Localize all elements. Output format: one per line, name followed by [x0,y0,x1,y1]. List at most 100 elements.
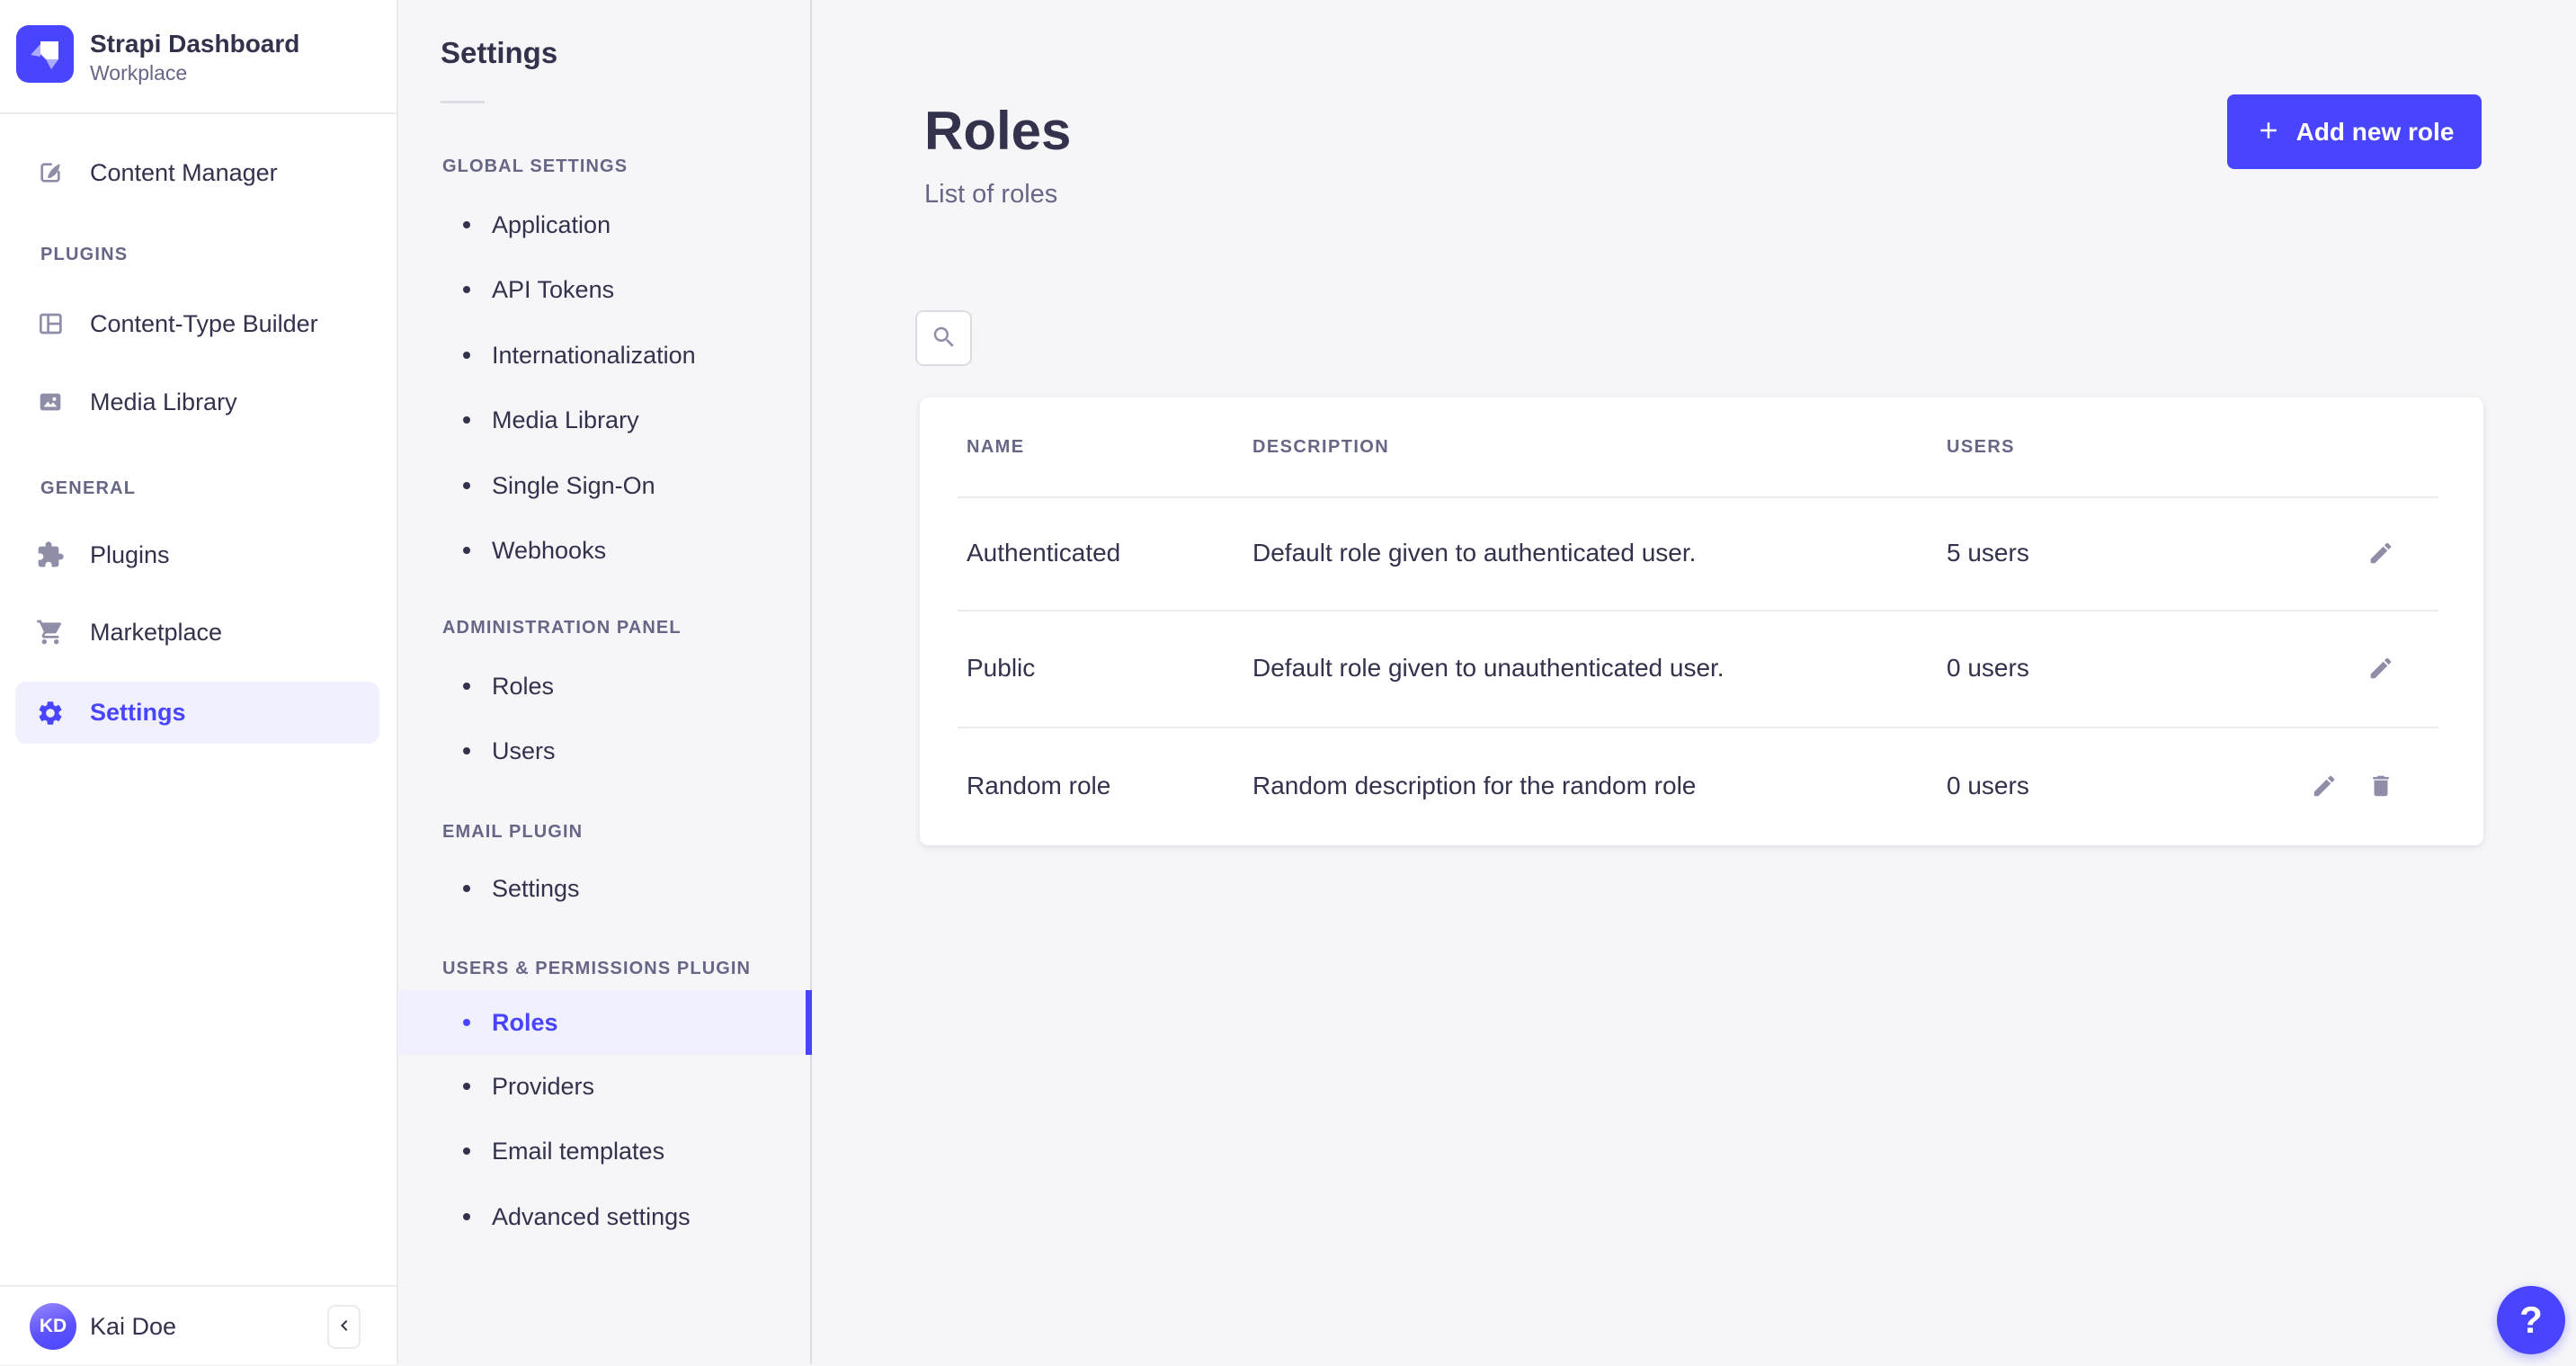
subnav-item-single-sign-on[interactable]: Single Sign-On [398,453,810,518]
subnav-item-application[interactable]: Application [398,192,810,257]
edit-icon [2367,655,2394,682]
table-row[interactable]: Random role Random description for the r… [920,727,2483,845]
sidebar-item-content-manager[interactable]: Content Manager [0,141,398,204]
add-new-role-button[interactable]: Add new role [2227,94,2482,169]
delete-icon [2367,772,2394,799]
delete-role-button[interactable] [2367,772,2394,799]
subnav-section-administration-panel: ADMINISTRATION PANEL [442,615,682,640]
role-description-cell: Default role given to authenticated user… [1252,539,1947,567]
sidebar-item-label: Marketplace [90,619,222,647]
bullet-icon [463,416,470,424]
table-header-row: NAME DESCRIPTION USERS [920,397,2483,496]
sidebar-footer: KD Kai Doe [0,1285,397,1364]
subnav-item-admin-roles[interactable]: Roles [398,654,810,719]
bullet-icon [463,547,470,554]
bullet-icon [463,286,470,293]
page-subtitle: List of roles [924,179,1057,210]
row-actions [2251,772,2394,799]
bullet-icon [463,683,470,690]
puzzle-icon [36,540,65,569]
sidebar-item-marketplace[interactable]: Marketplace [0,601,398,664]
row-actions [2251,540,2394,567]
help-button[interactable]: ? [2497,1286,2565,1354]
bullet-icon [463,221,470,228]
user-avatar[interactable]: KD [30,1303,76,1350]
brand-title: Strapi Dashboard [90,30,299,58]
content-manager-icon [36,158,65,187]
role-users-cell: 5 users [1947,539,2251,567]
sidebar-item-plugins[interactable]: Plugins [0,523,398,586]
role-name-cell: Random role [967,772,1252,800]
search-button[interactable] [915,310,972,366]
gear-icon [36,699,65,728]
roles-table: NAME DESCRIPTION USERS Authenticated Def… [920,397,2483,845]
subnav-item-advanced-settings[interactable]: Advanced settings [398,1184,810,1249]
table-row[interactable]: Public Default role given to unauthentic… [920,610,2483,727]
page-title: Roles [924,99,1071,164]
subnav-section-email-plugin: EMAIL PLUGIN [442,819,583,844]
sidebar-section-plugins: PLUGINS [40,242,128,267]
edit-role-button[interactable] [2367,655,2394,682]
role-description-cell: Random description for the random role [1252,772,1947,800]
edit-role-button[interactable] [2367,540,2394,567]
plus-icon [2255,117,2282,147]
subnav-title: Settings [441,36,557,70]
subnav-section-global-settings: GLOBAL SETTINGS [442,154,628,179]
subnav-section-users-permissions-plugin: USERS & PERMISSIONS PLUGIN [442,956,751,981]
sidebar-item-content-type-builder[interactable]: Content-Type Builder [0,292,398,355]
bullet-icon [463,1213,470,1220]
column-header-description: DESCRIPTION [1252,437,1947,458]
sidebar-item-settings[interactable]: Settings [15,682,379,744]
sidebar-section-general: GENERAL [40,476,136,501]
sidebar-item-media-library[interactable]: Media Library [0,371,398,433]
subnav-item-email-settings[interactable]: Settings [398,856,810,921]
table-row[interactable]: Authenticated Default role given to auth… [920,496,2483,610]
brand-workspace: Workplace [90,61,187,85]
role-users-cell: 0 users [1947,772,2251,800]
subnav-item-email-templates[interactable]: Email templates [398,1119,810,1183]
role-description-cell: Default role given to unauthenticated us… [1252,654,1947,683]
edit-icon [2311,772,2338,799]
sidebar-item-label: Content-Type Builder [90,310,318,338]
subnav-item-admin-users[interactable]: Users [398,719,810,783]
sidebar-item-label: Plugins [90,541,170,569]
collapse-sidebar-button[interactable] [327,1305,361,1349]
subnav-item-media-library[interactable]: Media Library [398,388,810,452]
sidebar-item-label: Settings [90,699,186,727]
bullet-icon [463,352,470,359]
bullet-icon [463,747,470,754]
question-mark-icon: ? [2519,1299,2543,1342]
role-name-cell: Authenticated [967,539,1252,567]
media-library-icon [36,388,65,416]
column-header-users: USERS [1947,437,2251,458]
sidebar-item-label: Content Manager [90,159,278,187]
edit-icon [2367,540,2394,567]
bullet-icon [463,1019,470,1026]
role-users-cell: 0 users [1947,654,2251,683]
bullet-icon [463,885,470,892]
main-content: Roles List of roles Add new role NAME DE… [812,0,2576,1364]
role-name-cell: Public [967,654,1252,683]
subnav-item-up-roles[interactable]: Roles [398,990,812,1055]
subnav-item-webhooks[interactable]: Webhooks [398,518,810,583]
subnav-item-api-tokens[interactable]: API Tokens [398,257,810,322]
edit-role-button[interactable] [2311,772,2338,799]
settings-subnav: Settings GLOBAL SETTINGS Application API… [398,0,812,1364]
brand-home-link[interactable]: Strapi Dashboard Workplace [0,0,397,114]
sidebar-item-label: Media Library [90,388,237,416]
user-name: Kai Doe [90,1287,176,1366]
bullet-icon [463,1083,470,1090]
strapi-admin-app: Strapi Dashboard Workplace Content Manag… [0,0,2576,1364]
content-type-builder-icon [36,309,65,338]
subnav-divider [441,101,485,103]
column-header-name: NAME [967,437,1252,458]
shopping-cart-icon [36,618,65,647]
main-sidebar: Strapi Dashboard Workplace Content Manag… [0,0,398,1364]
bullet-icon [463,1147,470,1155]
subnav-item-providers[interactable]: Providers [398,1054,810,1119]
row-actions [2251,655,2394,682]
bullet-icon [463,482,470,489]
add-new-role-label: Add new role [2296,118,2455,147]
subnav-item-internationalization[interactable]: Internationalization [398,323,810,388]
search-icon [931,324,958,353]
